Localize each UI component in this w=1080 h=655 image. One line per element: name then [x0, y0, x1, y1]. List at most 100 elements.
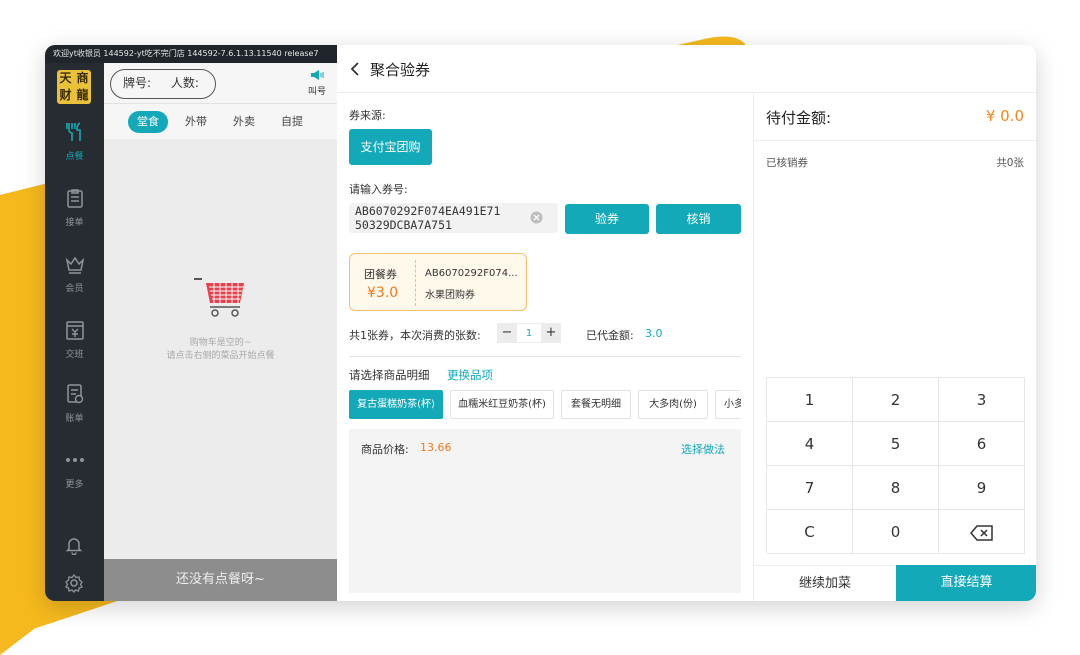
product-chip[interactable]: 大多肉(份) [638, 390, 708, 419]
order-panel: 牌号: 人数: 叫号 堂食 外带 外卖 自提 购物车是空的~ 请点击右侧的菜品开… [104, 63, 337, 601]
product-chip[interactable]: 血糯米红豆奶茶(杯) [450, 390, 554, 419]
logo-char: 天 [59, 71, 72, 85]
bill-icon [66, 384, 83, 404]
order-header: 牌号: 人数: 叫号 [104, 63, 337, 103]
sidebar-item-label: 更多 [65, 480, 84, 490]
keypad-key-4[interactable]: 4 [767, 422, 853, 466]
coupon-number-line: 50329DCBA7A751 [355, 218, 452, 232]
verify-coupon-button[interactable]: 验券 [565, 204, 649, 234]
coupon-ticket[interactable]: 团餐券 ¥3.0 AB6070292F074... 水果团购券 [349, 253, 527, 311]
quantity-plus-button[interactable]: + [541, 323, 561, 343]
keypad-key-clear[interactable]: C [767, 510, 853, 554]
back-arrow-icon[interactable] [349, 61, 361, 77]
no-order-bar: 还没有点餐呀~ [104, 559, 337, 601]
keypad-key-7[interactable]: 7 [767, 466, 853, 510]
people-count-label: 人数: [170, 76, 199, 90]
coupon-input-label: 请输入券号: [349, 183, 408, 196]
clear-input-icon[interactable] [530, 211, 543, 224]
keypad-key-1[interactable]: 1 [767, 378, 853, 422]
change-items-link[interactable]: 更换品项 [447, 367, 493, 383]
sidebar-item-label: 交班 [65, 350, 84, 360]
sidebar-item-label: 账单 [65, 414, 84, 424]
keypad-key-backspace[interactable] [939, 510, 1025, 554]
keypad-key-3[interactable]: 3 [939, 378, 1025, 422]
sidebar-item-accept[interactable]: 接单 [45, 187, 104, 247]
empty-cart-text: 购物车是空的~ 请点击右侧的菜品开始点餐 [104, 337, 337, 363]
brand-logo: 天 商 财 龍 [57, 70, 91, 104]
crown-icon [65, 256, 84, 274]
settings-icon[interactable] [64, 573, 84, 593]
price-label: 商品价格: [361, 443, 409, 456]
call-number-button[interactable]: 叫号 [302, 69, 332, 97]
coupon-form: 券来源: 支付宝团购 请输入券号: AB6070292F074EA491E71 … [337, 93, 753, 601]
tab-dine-in[interactable]: 堂食 [128, 111, 168, 133]
clipboard-icon [66, 189, 83, 208]
verified-coupons-label: 已核销券 [766, 157, 808, 169]
sidebar-item-shift[interactable]: 交班 [45, 319, 104, 379]
coupon-dialog: 聚合验券 券来源: 支付宝团购 请输入券号: AB6070292F074EA49… [337, 45, 1036, 601]
amount-due-value: ¥ 0.0 [985, 107, 1024, 125]
payment-panel: 待付金额: ¥ 0.0 已核销券 共0张 1 2 3 4 5 6 7 8 9 C… [753, 93, 1036, 601]
sidebar-item-label: 会员 [65, 284, 84, 294]
verified-coupons-count: 共0张 [996, 157, 1024, 169]
tab-delivery[interactable]: 外卖 [224, 111, 264, 133]
select-items-label: 请选择商品明细 [349, 368, 430, 382]
keypad-key-6[interactable]: 6 [939, 422, 1025, 466]
dialog-header: 聚合验券 [337, 45, 1036, 93]
bell-icon[interactable] [64, 535, 84, 555]
redeem-coupon-button[interactable]: 核销 [656, 204, 741, 234]
more-dots-icon [65, 458, 84, 462]
pos-app-window: 欢迎yt收银员 144592-yt吃不完门店 144592-7.6.1.13.1… [45, 45, 1036, 601]
paid-amount-value: 3.0 [645, 327, 663, 340]
quantity-value[interactable]: 1 [517, 323, 541, 343]
choose-method-link[interactable]: 选择做法 [681, 441, 725, 457]
keypad-key-2[interactable]: 2 [853, 378, 939, 422]
shopping-cart-icon [194, 278, 244, 317]
keypad-key-0[interactable]: 0 [853, 510, 939, 554]
keypad-key-9[interactable]: 9 [939, 466, 1025, 510]
sidebar-item-more[interactable]: 更多 [45, 449, 104, 509]
coupon-summary: 共1张券，本次消费的张数: [349, 329, 481, 342]
logo-char: 龍 [76, 88, 89, 102]
paid-amount-label: 已代金额: [586, 329, 634, 342]
coupon-number-input[interactable]: AB6070292F074EA491E71 50329DCBA7A751 [349, 203, 558, 233]
tab-takeaway[interactable]: 外带 [176, 111, 216, 133]
price-value: 13.66 [420, 441, 452, 454]
alipay-group-button[interactable]: 支付宝团购 [349, 129, 432, 165]
logo-char: 商 [76, 71, 89, 85]
backspace-icon [969, 524, 993, 541]
table-number-label: 牌号: [123, 76, 152, 90]
empty-cart-line: 购物车是空的~ [189, 338, 252, 348]
product-chip[interactable]: 复古蛋糕奶茶(杯) [349, 390, 443, 419]
section-divider [349, 356, 741, 357]
table-number-field[interactable]: 牌号: 人数: [110, 69, 216, 99]
call-number-label: 叫号 [307, 87, 326, 97]
tab-pickup[interactable]: 自提 [272, 111, 312, 133]
payment-divider [754, 140, 1036, 141]
sidebar-item-label: 接单 [65, 218, 84, 228]
status-bar: 欢迎yt收银员 144592-yt吃不完门店 144592-7.6.1.13.1… [45, 45, 337, 63]
megaphone-icon [311, 70, 324, 80]
ticket-name: 水果团购券 [425, 290, 475, 301]
logo-char: 财 [59, 88, 72, 102]
product-detail-panel: 商品价格: 13.66 选择做法 [349, 429, 741, 593]
product-chip[interactable]: 小多 [715, 390, 741, 419]
dialog-title: 聚合验券 [370, 61, 431, 79]
sidebar-item-bill[interactable]: 账单 [45, 383, 104, 443]
ticket-type: 团餐券 [364, 268, 397, 281]
sidebar-item-member[interactable]: 会员 [45, 253, 104, 313]
keypad-key-5[interactable]: 5 [853, 422, 939, 466]
continue-ordering-button[interactable]: 继续加菜 [754, 565, 896, 601]
number-keypad: 1 2 3 4 5 6 7 8 9 C 0 [766, 377, 1025, 554]
keypad-key-8[interactable]: 8 [853, 466, 939, 510]
ticket-divider [415, 260, 416, 306]
cutlery-icon [65, 122, 81, 141]
ticket-price: ¥3.0 [367, 285, 399, 301]
product-chip[interactable]: 套餐无明细 [561, 390, 631, 419]
checkout-button[interactable]: 直接结算 [896, 565, 1036, 601]
cashbox-icon [65, 321, 84, 340]
sidebar-item-order[interactable]: 点餐 [45, 121, 104, 181]
amount-due-label: 待付金额: [766, 109, 832, 127]
quantity-minus-button[interactable]: − [497, 323, 517, 343]
dining-mode-tabs: 堂食 外带 外卖 自提 [104, 103, 337, 139]
